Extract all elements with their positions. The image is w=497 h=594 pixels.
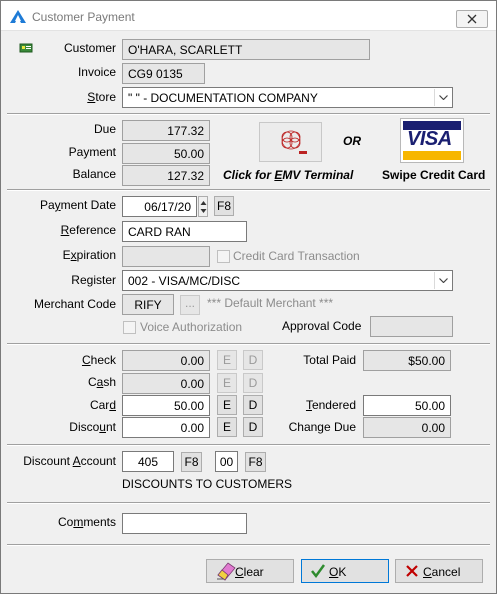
- chevron-down-icon: [439, 278, 448, 283]
- discount-label: Discount: [69, 420, 116, 434]
- register-select[interactable]: 002 - VISA/MC/DISC: [122, 270, 453, 291]
- register-label: Register: [71, 273, 116, 287]
- ok-label: OK: [329, 565, 347, 579]
- approval-code-field: [370, 316, 453, 337]
- card-amount-field[interactable]: 50.00: [122, 395, 210, 416]
- payment-date-field[interactable]: 06/17/20: [122, 196, 197, 217]
- discount-account-field[interactable]: 405: [122, 451, 174, 472]
- check-e-button[interactable]: E: [217, 350, 237, 370]
- separator: [7, 544, 490, 546]
- customer-label: Customer: [63, 41, 116, 55]
- swipe-credit-card-button[interactable]: VISA: [400, 118, 464, 163]
- invoice-field: CG9 0135: [122, 63, 205, 84]
- register-dropdown-button[interactable]: [434, 272, 451, 289]
- due-label: Due: [93, 122, 116, 136]
- store-value: " " - DOCUMENTATION COMPANY: [128, 91, 318, 105]
- date-spinner[interactable]: [198, 196, 208, 217]
- discount-account-f8-button[interactable]: F8: [181, 452, 202, 472]
- clear-label: Clear: [235, 565, 264, 579]
- discount-e-button[interactable]: E: [217, 417, 237, 437]
- visa-logo-icon: VISA: [407, 128, 452, 150]
- store-select[interactable]: " " - DOCUMENTATION COMPANY: [122, 87, 453, 108]
- date-f8-button[interactable]: F8: [214, 196, 234, 216]
- check-label: Check: [81, 353, 116, 367]
- eraser-icon: [217, 562, 236, 581]
- or-label: OR: [343, 134, 361, 148]
- window-title: Customer Payment: [32, 10, 135, 24]
- default-merchant-label: *** Default Merchant ***: [207, 296, 334, 310]
- store-dropdown-button[interactable]: [434, 89, 451, 106]
- title-bar: Customer Payment: [1, 1, 496, 31]
- separator: [7, 343, 490, 345]
- card-label: Card: [89, 398, 116, 412]
- cash-amount-field: 0.00: [122, 373, 210, 394]
- cancel-button[interactable]: Cancel: [395, 559, 483, 583]
- total-paid-field: $50.00: [363, 350, 451, 371]
- emv-terminal-icon: [281, 130, 307, 154]
- merchant-code-field: RIFY: [122, 294, 174, 315]
- expiration-label: Expiration: [62, 248, 116, 262]
- change-due-label: Change Due: [288, 420, 356, 434]
- cancel-label: Cancel: [423, 565, 461, 579]
- total-paid-label: Total Paid: [303, 353, 356, 367]
- discount-sub-account-field[interactable]: 00: [215, 451, 238, 472]
- close-icon: [467, 14, 477, 24]
- reference-label: Reference: [60, 223, 116, 237]
- voice-authorization-label: Voice Authorization: [140, 320, 243, 334]
- cancel-x-icon: [406, 565, 418, 577]
- checkmark-icon: [311, 564, 326, 579]
- approval-code-label: Approval Code: [282, 319, 362, 333]
- customer-card-icon[interactable]: [19, 42, 33, 54]
- discount-account-description: DISCOUNTS TO CUSTOMERS: [122, 477, 293, 491]
- check-amount-field: 0.00: [122, 350, 210, 371]
- emv-terminal-button[interactable]: [259, 122, 322, 162]
- customer-payment-window: Customer Payment Customer O'HARA, SCARLE…: [0, 0, 497, 594]
- ok-button[interactable]: OK: [301, 559, 389, 583]
- app-logo-icon: [10, 10, 26, 23]
- invoice-label: Invoice: [77, 65, 116, 79]
- voice-authorization-checkbox[interactable]: [123, 321, 136, 334]
- comments-field[interactable]: [122, 513, 247, 534]
- discount-amount-field[interactable]: 0.00: [122, 417, 210, 438]
- card-e-button[interactable]: E: [217, 395, 237, 415]
- discount-account-label: Discount Account: [23, 454, 116, 468]
- merchant-lookup-button[interactable]: ...: [180, 295, 200, 315]
- payment-label: Payment: [68, 145, 116, 159]
- swipe-credit-card-label: Swipe Credit Card: [382, 168, 486, 182]
- comments-label: Comments: [57, 515, 116, 529]
- check-d-button[interactable]: D: [243, 350, 263, 370]
- register-value: 002 - VISA/MC/DISC: [128, 274, 241, 288]
- customer-field: O'HARA, SCARLETT: [122, 39, 370, 60]
- tendered-field[interactable]: 50.00: [363, 395, 451, 416]
- clear-button[interactable]: Clear: [206, 559, 294, 583]
- payment-amount-field: 50.00: [122, 143, 210, 164]
- close-button[interactable]: [456, 10, 488, 28]
- cash-label: Cash: [87, 375, 116, 389]
- due-field: 177.32: [122, 120, 210, 141]
- discount-sub-account-f8-button[interactable]: F8: [245, 452, 266, 472]
- separator: [7, 113, 490, 115]
- merchant-code-label: Merchant Code: [33, 297, 116, 311]
- store-label: Store: [87, 90, 116, 104]
- balance-field: 127.32: [122, 165, 210, 186]
- balance-label: Balance: [72, 167, 116, 181]
- separator: [7, 502, 490, 504]
- discount-d-button[interactable]: D: [243, 417, 263, 437]
- separator: [7, 444, 490, 446]
- credit-card-transaction-label: Credit Card Transaction: [233, 249, 360, 263]
- payment-date-label: Payment Date: [39, 198, 116, 212]
- expiration-field: [122, 246, 210, 267]
- tendered-label: Tendered: [305, 398, 356, 412]
- cash-d-button[interactable]: D: [243, 373, 263, 393]
- change-due-field: 0.00: [363, 417, 451, 438]
- reference-field[interactable]: CARD RAN: [122, 221, 247, 242]
- spinner-arrows-icon: [200, 201, 207, 213]
- card-d-button[interactable]: D: [243, 395, 263, 415]
- credit-card-transaction-checkbox[interactable]: [217, 250, 230, 263]
- chevron-down-icon: [439, 95, 448, 100]
- cash-e-button[interactable]: E: [217, 373, 237, 393]
- emv-terminal-label: Click for EMV Terminal: [223, 168, 354, 182]
- separator: [7, 189, 490, 191]
